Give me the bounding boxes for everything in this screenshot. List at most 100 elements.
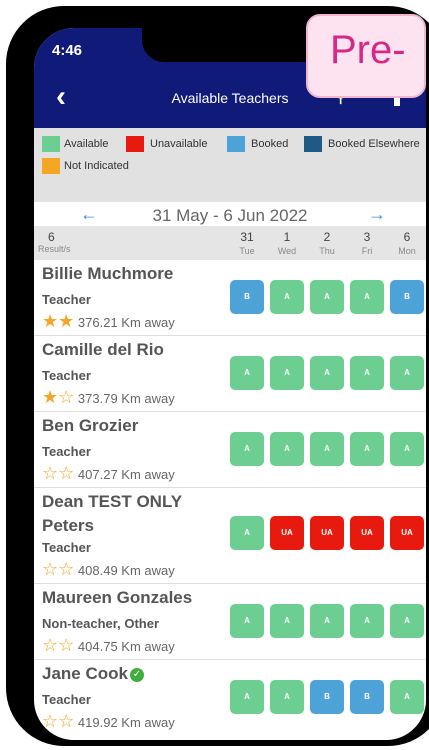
- teacher-row[interactable]: Jane Cook ✓ Teacher ☆☆ 419.92 Km away A A…: [34, 660, 426, 740]
- star-empty-icon: ☆: [42, 635, 59, 655]
- day-column: 1 Wed: [270, 230, 304, 256]
- distance-row: ☆☆ 407.27 Km away: [42, 464, 175, 482]
- distance-text: 419.92 Km away: [77, 715, 175, 730]
- availability-cell[interactable]: A: [270, 280, 304, 314]
- distance-row: ☆☆ 408.49 Km away: [42, 560, 175, 578]
- star-empty-icon: ☆: [42, 463, 59, 483]
- availability-cell[interactable]: A: [270, 680, 304, 714]
- star-empty-icon: ☆: [58, 387, 75, 407]
- star-empty-icon: ☆: [58, 711, 75, 731]
- day-number: 1: [283, 230, 291, 244]
- app-screen: 4:46 ‹ Available Teachers ⚲ Available Un…: [34, 28, 426, 740]
- availability-cell[interactable]: A: [350, 432, 384, 466]
- teacher-name[interactable]: Ben Grozier: [42, 414, 138, 438]
- legend-booked-elsewhere: Booked Elsewhere: [328, 138, 420, 150]
- availability-cell[interactable]: A: [350, 604, 384, 638]
- teacher-row[interactable]: Maureen Gonzales Non-teacher, Other ☆☆ 4…: [34, 584, 426, 660]
- teacher-role: Teacher: [42, 540, 91, 555]
- distance-text: 404.75 Km away: [77, 639, 175, 654]
- status-time: 4:46: [52, 42, 83, 59]
- legend-not-indicated: Not Indicated: [64, 160, 129, 172]
- day-name: Fri: [361, 246, 373, 256]
- day-column: 31 Tue: [230, 230, 264, 256]
- verified-check-icon: ✓: [129, 668, 144, 682]
- availability-cell[interactable]: A: [270, 432, 304, 466]
- distance-row: ☆☆ 419.92 Km away: [42, 712, 175, 730]
- teacher-row[interactable]: Billie Muchmore Teacher ★★ 376.21 Km awa…: [34, 260, 426, 336]
- availability-cell[interactable]: B: [310, 680, 344, 714]
- distance-row: ★★ 376.21 Km away: [42, 312, 175, 330]
- day-name: Tue: [239, 246, 255, 256]
- availability-cell[interactable]: A: [390, 432, 424, 466]
- unavailable-swatch: [126, 136, 144, 152]
- not-indicated-swatch: [42, 158, 60, 174]
- distance-text: 407.27 Km away: [77, 467, 175, 482]
- day-number: 2: [323, 230, 331, 244]
- availability-cell[interactable]: A: [310, 604, 344, 638]
- booked-elsewhere-swatch: [304, 136, 322, 152]
- pre-badge: Pre-: [306, 14, 426, 98]
- availability-cell[interactable]: A: [390, 680, 424, 714]
- next-week-arrow-icon[interactable]: →: [368, 204, 386, 225]
- day-column: 3 Fri: [350, 230, 384, 256]
- star-empty-icon: ☆: [58, 635, 75, 655]
- teacher-role: Non-teacher, Other: [42, 616, 160, 631]
- teacher-role: Teacher: [42, 444, 91, 459]
- availability-cell[interactable]: A: [310, 280, 344, 314]
- legend-available: Available: [64, 138, 109, 150]
- availability-cell[interactable]: A: [390, 356, 424, 390]
- legend-unavailable: Unavailable: [150, 138, 208, 150]
- availability-cell[interactable]: B: [230, 280, 264, 314]
- teacher-name-line2: Peters: [42, 516, 94, 535]
- availability-cell[interactable]: UA: [310, 516, 344, 550]
- availability-cell[interactable]: A: [230, 516, 264, 550]
- availability-cell[interactable]: UA: [390, 516, 424, 550]
- star-empty-icon: ☆: [58, 463, 75, 483]
- teacher-row[interactable]: Ben Grozier Teacher ☆☆ 407.27 Km away A …: [34, 412, 426, 488]
- day-number: 31: [240, 230, 254, 244]
- star-empty-icon: ☆: [42, 711, 59, 731]
- teacher-name[interactable]: Camille del Rio: [42, 338, 164, 362]
- star-empty-icon: ☆: [58, 559, 75, 579]
- legend-booked: Booked: [251, 138, 289, 150]
- availability-cell[interactable]: UA: [350, 516, 384, 550]
- availability-cell[interactable]: A: [270, 356, 304, 390]
- availability-cell[interactable]: A: [310, 432, 344, 466]
- teacher-name[interactable]: Billie Muchmore: [42, 262, 173, 286]
- day-name: Mon: [398, 246, 416, 256]
- star-filled-icon: ★: [42, 387, 59, 407]
- teacher-name[interactable]: Jane Cook ✓: [42, 662, 144, 686]
- distance-row: ☆☆ 404.75 Km away: [42, 636, 175, 654]
- availability-cell[interactable]: A: [390, 604, 424, 638]
- teacher-name[interactable]: Maureen Gonzales: [42, 586, 192, 610]
- teacher-role: Teacher: [42, 292, 91, 307]
- distance-text: 373.79 Km away: [77, 391, 175, 406]
- day-column: 2 Thu: [310, 230, 344, 256]
- availability-cell[interactable]: UA: [270, 516, 304, 550]
- star-empty-icon: ☆: [42, 559, 59, 579]
- availability-cell[interactable]: A: [230, 680, 264, 714]
- availability-cell[interactable]: A: [350, 280, 384, 314]
- availability-cell[interactable]: B: [390, 280, 424, 314]
- teacher-name-text: Jane Cook: [42, 664, 128, 683]
- phone-frame: 4:46 ‹ Available Teachers ⚲ Available Un…: [6, 6, 429, 746]
- availability-cell[interactable]: B: [350, 680, 384, 714]
- day-number: 3: [363, 230, 371, 244]
- availability-cell[interactable]: A: [270, 604, 304, 638]
- teacher-name[interactable]: Dean TEST ONLY Peters: [42, 490, 182, 538]
- availability-cell[interactable]: A: [230, 356, 264, 390]
- teacher-name-line1: Dean TEST ONLY: [42, 492, 183, 511]
- availability-cell[interactable]: A: [230, 604, 264, 638]
- teacher-row[interactable]: Dean TEST ONLY Peters Teacher ☆☆ 408.49 …: [34, 488, 426, 584]
- available-swatch: [42, 136, 60, 152]
- distance-row: ★☆ 373.79 Km away: [42, 388, 175, 406]
- availability-cell[interactable]: A: [310, 356, 344, 390]
- star-filled-icon: ★: [42, 311, 59, 331]
- availability-cell[interactable]: A: [230, 432, 264, 466]
- teacher-role: Teacher: [42, 692, 91, 707]
- day-number: 6: [403, 230, 411, 244]
- availability-cell[interactable]: A: [350, 356, 384, 390]
- star-filled-icon: ★: [58, 311, 75, 331]
- teacher-row[interactable]: Camille del Rio Teacher ★☆ 373.79 Km awa…: [34, 336, 426, 412]
- week-navigator: ← 31 May - 6 Jun 2022 →: [34, 204, 426, 226]
